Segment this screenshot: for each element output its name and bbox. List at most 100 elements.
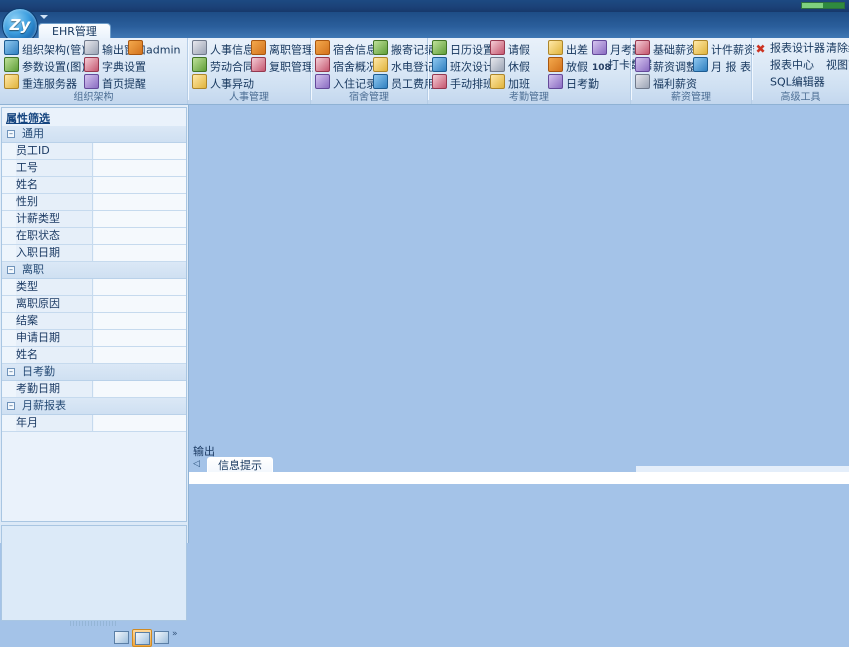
ribbon-item-label: 休假 (508, 60, 530, 74)
ribbon-item-label: 复职管理 (269, 60, 313, 74)
filter-field-input[interactable] (94, 228, 186, 244)
ribbon-item-label: 放假 (566, 60, 588, 74)
ribbon-item-label: 报表中心 (770, 58, 814, 72)
ribbon-item-label: 宿舍概况 (333, 60, 377, 74)
salary-adjust-icon (635, 57, 650, 72)
ribbon-item-宿舍信息[interactable]: 宿舍信息 (315, 40, 377, 57)
filter-group-日考勤[interactable]: – 日考勤 (2, 364, 186, 381)
ribbon-item-薪资调整[interactable]: 薪资调整 (635, 57, 697, 74)
vacation-icon (490, 57, 505, 72)
ribbon-item-宿舍概况[interactable]: 宿舍概况 (315, 57, 377, 74)
ribbon-item-班次设计[interactable]: 班次设计 (432, 57, 494, 74)
ribbon-item-报表中心[interactable]: 报表中心 (754, 57, 814, 72)
tab-scroll-left-icon[interactable]: ◁ (193, 459, 200, 469)
ribbon-group-items: 组织架构(管) 输出窗口 admin 参数设置(图) 字典设置 重连服务器 首页提醒 (0, 40, 187, 91)
calendar-icon (432, 40, 447, 55)
filter-field-input[interactable] (94, 211, 186, 227)
output-bottom-filler (189, 484, 849, 543)
ribbon-item-手动排班[interactable]: 手动排班 (432, 74, 494, 91)
filter-group-label: 离职 (22, 263, 44, 276)
filter-field-input[interactable] (94, 160, 186, 176)
ribbon-item-复职管理[interactable]: 复职管理 (251, 57, 313, 74)
filter-field-input[interactable] (94, 194, 186, 210)
panel-overflow-chevron[interactable]: » (172, 629, 178, 639)
filter-field-label: 姓名 (16, 177, 93, 193)
chevron-down-icon[interactable] (40, 15, 48, 19)
ribbon-group-title: 人事管理 (229, 92, 269, 103)
ribbon-item-重连服务器[interactable]: 重连服务器 (4, 74, 77, 91)
ribbon-item-搬寄记录[interactable]: 搬寄记录 (373, 40, 435, 57)
ribbon-item-字典设置[interactable]: 字典设置 (84, 57, 146, 74)
grid-view-icon[interactable] (112, 629, 130, 645)
filter-field-label: 姓名 (16, 347, 93, 363)
ribbon-item-月报表[interactable]: 月 报 表 (693, 57, 751, 74)
output-text-area[interactable] (189, 472, 849, 484)
filter-field-input[interactable] (94, 177, 186, 193)
filter-field-label: 结案 (16, 313, 93, 329)
ribbon-item-label: 劳动合同 (210, 60, 254, 74)
ribbon-item-SQL编辑器[interactable]: SQL编辑器 (754, 74, 825, 89)
properties-view-icon[interactable] (132, 629, 152, 647)
filter-group-月薪报表[interactable]: – 月薪报表 (2, 398, 186, 415)
image-view-icon[interactable] (152, 629, 170, 645)
filter-field-input[interactable] (94, 347, 186, 363)
ribbon-item-劳动合同[interactable]: 劳动合同 (192, 57, 254, 74)
filter-field-input[interactable] (94, 245, 186, 261)
filter-field-label: 离职原因 (16, 296, 93, 312)
output-dock-panel: 输出 ◁ 信息提示 (189, 441, 849, 543)
ribbon-item-员工费用[interactable]: 员工费用 (373, 74, 435, 91)
attribute-filter-inner: 属性筛选 – 通用 员工ID 工号 姓名 性别 计薪类型 在职状态 入职日期 – 离职 类型 离职原因结… (1, 107, 187, 522)
ribbon-item-日考勤[interactable]: 日考勤 (548, 74, 599, 91)
collapse-icon[interactable]: – (7, 402, 15, 410)
welfare-salary-icon (635, 74, 650, 89)
ribbon-item-福利薪资[interactable]: 福利薪资 (635, 74, 697, 91)
ribbon-item-人事异动[interactable]: 人事异动 (192, 74, 254, 91)
filter-field-label: 考勤日期 (16, 381, 93, 397)
ribbon-item-休假[interactable]: 休假 (490, 57, 530, 74)
ribbon-item-请假[interactable]: 请假 (490, 40, 530, 57)
ribbon-group-items: 宿舍信息 搬寄记录宿舍概况 水电登记 入住记录 员工费用 (311, 40, 435, 91)
quick-access-toolbar[interactable] (38, 13, 56, 23)
ribbon-group-items: 基础薪资 计件薪资 薪资调整月 报 表福利薪资 (631, 40, 755, 91)
filter-field-input[interactable] (94, 296, 186, 312)
filter-row: 结案 (2, 313, 186, 330)
filter-group-通用[interactable]: – 通用 (2, 126, 186, 143)
ribbon-item-加班[interactable]: 加班 (490, 74, 530, 91)
ribbon-item-计件薪资[interactable]: 计件薪资 (693, 40, 755, 57)
ribbon-item-清除缓[interactable]: 清除缓 (810, 40, 849, 55)
filter-field-input[interactable] (94, 415, 186, 431)
filter-field-input[interactable] (94, 330, 186, 346)
server-icon (4, 74, 19, 89)
ribbon-item-组织架构管[interactable]: 组织架构(管) (4, 40, 86, 57)
ribbon-item-首页提醒[interactable]: 首页提醒 (84, 74, 146, 91)
ribbon-item-入住记录[interactable]: 入住记录 (315, 74, 377, 91)
filter-group-离职[interactable]: – 离职 (2, 262, 186, 279)
filter-field-input[interactable] (94, 381, 186, 397)
ribbon-item-基础薪资[interactable]: 基础薪资 (635, 40, 697, 57)
filter-field-input[interactable] (94, 143, 186, 159)
ribbon-item-放假[interactable]: 放假 (548, 57, 588, 74)
manual-schedule-icon (432, 74, 447, 89)
ribbon-item-label: 宿舍信息 (333, 43, 377, 57)
filter-field-input[interactable] (94, 313, 186, 329)
collapse-icon[interactable]: – (7, 266, 15, 274)
tab-message-prompt[interactable]: 信息提示 (207, 457, 273, 473)
collapse-icon[interactable]: – (7, 368, 15, 376)
ribbon-item-参数设置图[interactable]: 参数设置(图) (4, 57, 86, 74)
ribbon-item-离职管理[interactable]: 离职管理 (251, 40, 313, 57)
ribbon-item-日历设置[interactable]: 日历设置 (432, 40, 494, 57)
filter-field-label: 类型 (16, 279, 93, 295)
ribbon-item-出差[interactable]: 出差 (548, 40, 588, 57)
panel-splitter-handle[interactable] (70, 621, 118, 626)
filter-field-input[interactable] (94, 279, 186, 295)
attribute-filter-empty-area (1, 525, 187, 621)
ribbon-item-人事信息[interactable]: 人事信息 (192, 40, 254, 57)
dorm-info-icon (315, 40, 330, 55)
attribute-filter-title[interactable]: 属性筛选 (6, 110, 50, 126)
ribbon-item-label: 字典设置 (102, 60, 146, 74)
ribbon-item-admin[interactable]: admin (128, 40, 180, 57)
ribbon-item-水电登记[interactable]: 水电登记 (373, 57, 435, 74)
collapse-icon[interactable]: – (7, 130, 15, 138)
ribbon-item-视图高[interactable]: 视图高 (810, 57, 849, 72)
filter-group-label: 月薪报表 (22, 399, 66, 412)
